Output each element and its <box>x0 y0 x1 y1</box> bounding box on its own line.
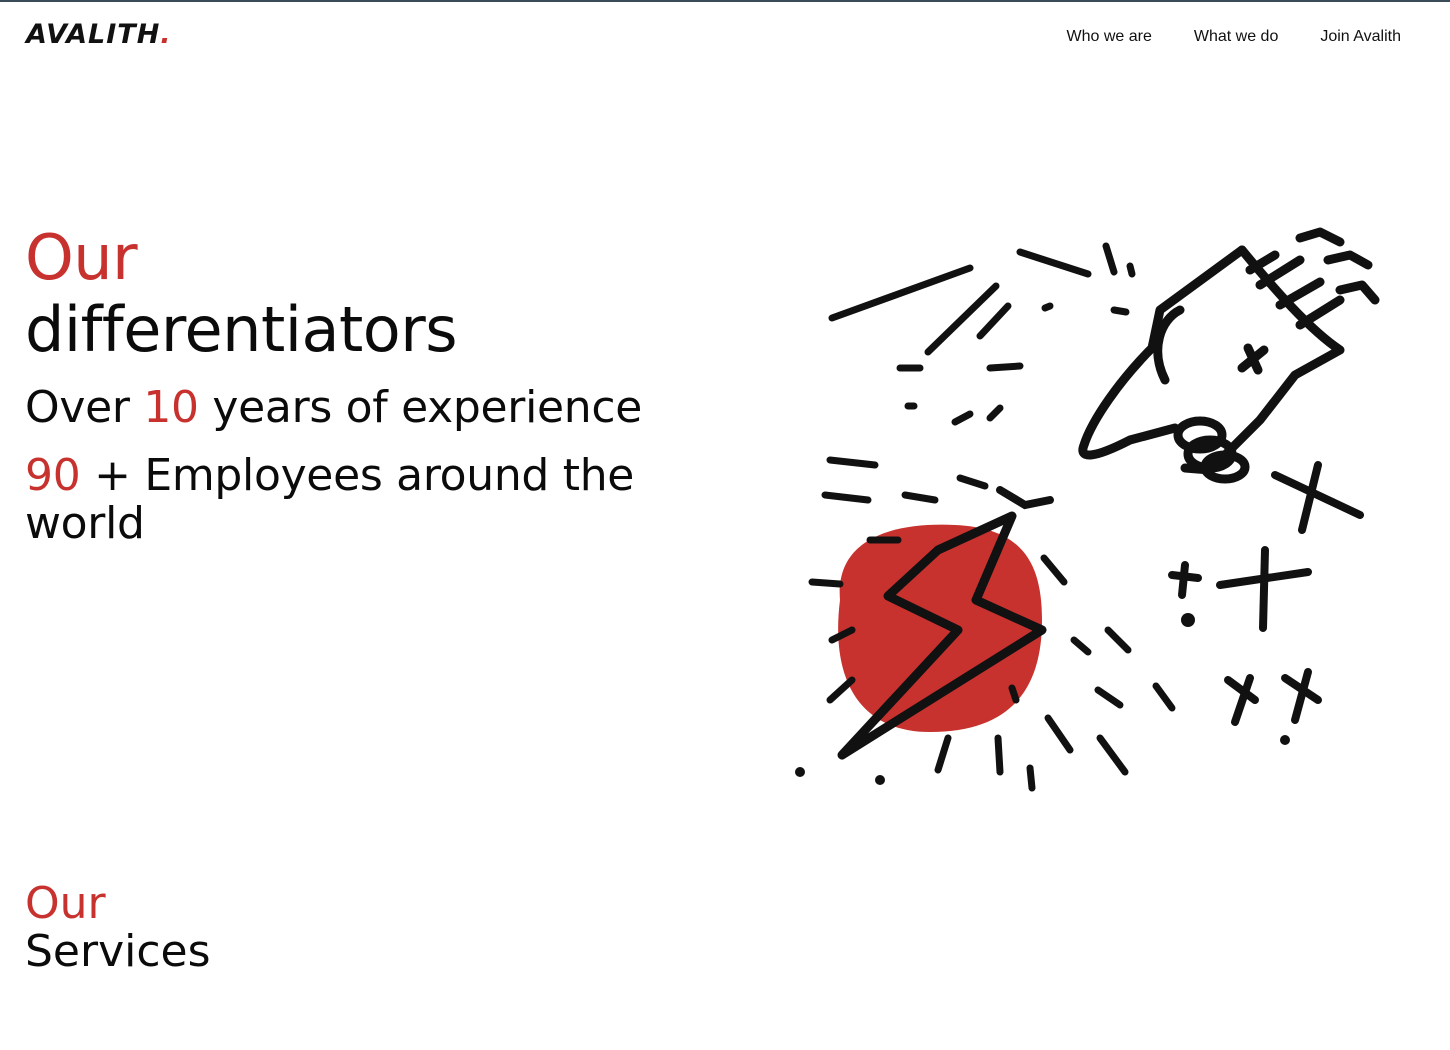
services-title: Our Services <box>25 880 211 976</box>
stat-employees: 90 + Employees around the world <box>25 452 725 548</box>
hero-title-accent: Our <box>25 221 138 294</box>
logo-text: AVALITH <box>26 19 161 50</box>
stat-employees-suffix: + Employees around the world <box>25 450 635 549</box>
services-title-rest: Services <box>25 926 211 977</box>
stat-experience-prefix: Over <box>25 382 144 433</box>
site-header: AVALITH. Who we are What we do Join Aval… <box>0 0 1450 74</box>
stat-employees-number: 90 <box>25 450 81 501</box>
logo-dot: . <box>160 19 172 50</box>
illustration-svg <box>795 227 1380 792</box>
nav-link-what-we-do[interactable]: What we do <box>1194 26 1278 48</box>
stat-experience-number: 10 <box>143 382 199 433</box>
hero-title: Our differentiators <box>25 222 745 366</box>
red-blob <box>838 524 1042 732</box>
page: AVALITH. Who we are What we do Join Aval… <box>0 0 1450 1050</box>
logo[interactable]: AVALITH. <box>26 19 172 51</box>
hero-title-rest: differentiators <box>25 293 458 366</box>
services-section: Our Services <box>25 880 211 976</box>
hero-section: Our differentiators Over 10 years of exp… <box>25 222 745 548</box>
main-nav: Who we are What we do Join Avalith <box>1066 26 1401 48</box>
services-title-accent: Our <box>25 878 106 929</box>
nav-link-who-we-are[interactable]: Who we are <box>1066 26 1151 48</box>
stat-experience: Over 10 years of experience <box>25 384 745 432</box>
hand-icon <box>1078 227 1380 484</box>
nav-link-join-avalith[interactable]: Join Avalith <box>1320 26 1401 48</box>
sparkle-marks <box>996 461 1364 726</box>
lightning-hand-illustration <box>780 210 1400 810</box>
stat-experience-suffix: years of experience <box>198 382 643 433</box>
